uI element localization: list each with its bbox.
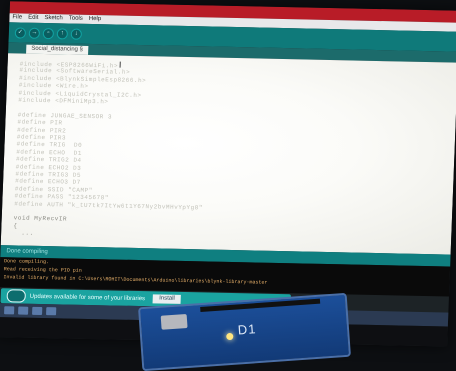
taskbar-app-icon[interactable] bbox=[46, 307, 57, 316]
code-line: { bbox=[13, 222, 18, 230]
install-button[interactable]: Install bbox=[152, 294, 181, 304]
menu-help[interactable]: Help bbox=[89, 15, 102, 24]
laptop-screen: File Edit Sketch Tools Help ✓ → ▫ ↑ ↓ So… bbox=[0, 1, 456, 347]
usb-port-icon bbox=[160, 313, 188, 330]
open-button[interactable]: ↑ bbox=[56, 27, 69, 40]
upload-button[interactable]: → bbox=[28, 27, 41, 39]
code-line: void MyRecvIR bbox=[13, 214, 68, 223]
notification-message: Updates available for some of your libra… bbox=[29, 293, 146, 302]
led-icon bbox=[226, 332, 234, 341]
taskbar-app-icon[interactable] bbox=[32, 306, 43, 316]
code-line: ... bbox=[13, 229, 34, 238]
menu-sketch[interactable]: Sketch bbox=[44, 14, 63, 23]
verify-button[interactable]: ✓ bbox=[14, 26, 27, 39]
taskbar-app-icon[interactable] bbox=[18, 306, 29, 315]
code-editor[interactable]: #include <ESP8266WiFi.h> #include <Softwa… bbox=[0, 53, 456, 255]
new-button[interactable]: ▫ bbox=[42, 27, 55, 39]
arduino-logo-icon bbox=[6, 289, 26, 303]
save-button[interactable]: ↓ bbox=[70, 28, 83, 40]
menu-edit[interactable]: Edit bbox=[28, 14, 39, 23]
text-cursor bbox=[119, 61, 122, 68]
menu-tools[interactable]: Tools bbox=[69, 15, 83, 24]
start-icon[interactable] bbox=[4, 306, 15, 315]
board-label: D1 bbox=[237, 321, 257, 338]
arduino-board: D1 bbox=[138, 292, 351, 371]
code-line: #include <DFMiniMp3.h> bbox=[18, 96, 109, 106]
code-line: #define AUTH "k_tU7tk7ItYw6t1Y67Ny2bvMHv… bbox=[14, 200, 204, 211]
menu-file[interactable]: File bbox=[12, 13, 22, 22]
